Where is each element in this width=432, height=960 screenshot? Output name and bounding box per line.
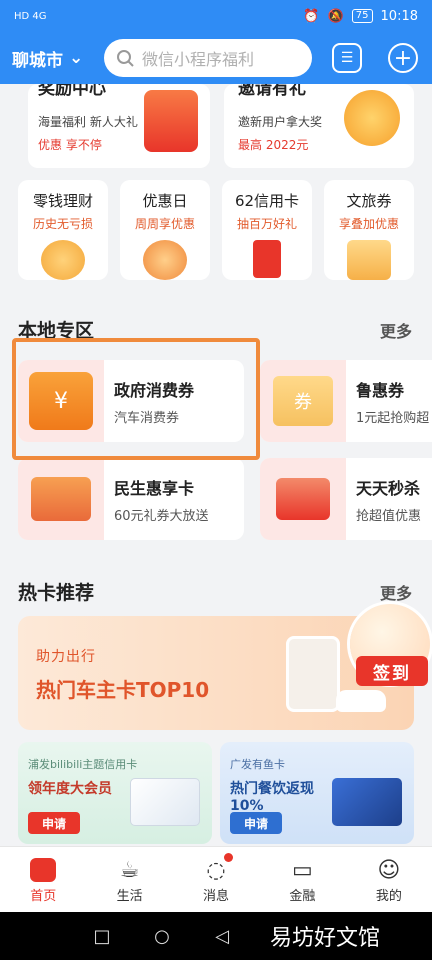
search-icon	[117, 50, 134, 67]
cup-icon: ☕	[119, 857, 140, 883]
mini-card-sub: 享叠加优惠	[338, 217, 399, 231]
battery-level: 75	[351, 9, 373, 23]
mini-card-travel[interactable]: 文旅券 享叠加优惠	[324, 180, 414, 280]
red-envelope-icon	[253, 240, 281, 278]
gift-box-icon	[347, 240, 391, 280]
apply-button[interactable]: 申请	[28, 812, 80, 834]
lu-voucher-card[interactable]: 券 鲁惠券 1元起抢购超	[260, 360, 432, 442]
lion-mascot-icon	[143, 240, 187, 280]
card-icon: ▭	[292, 857, 313, 883]
tab-label: 金融	[289, 889, 316, 904]
tab-finance[interactable]: ▭ 金融	[259, 847, 345, 912]
banner-subtitle: 助力出行	[36, 649, 96, 665]
thumb	[260, 458, 346, 540]
voucher-ticket-icon: 券	[273, 376, 333, 426]
highlight-box	[12, 338, 260, 460]
watermark: 易坊好文馆	[270, 926, 381, 951]
card-subtitle: 1元起抢购超	[356, 410, 430, 426]
home-icon	[28, 855, 58, 885]
add-icon[interactable]: +	[388, 43, 418, 73]
money-bag-icon	[41, 240, 85, 280]
status-bar: HD 4G ⏰ 🔕 75 10:18	[0, 0, 432, 32]
minsheng-card[interactable]: 民生惠享卡 60元礼券大放送	[18, 458, 244, 540]
unread-dot	[224, 853, 234, 862]
tab-label: 消息	[203, 889, 230, 904]
scan-icon[interactable]: ☰	[332, 43, 362, 73]
car-icon	[336, 690, 386, 712]
cgb-youyu-card[interactable]: 广发有鱼卡 热门餐饮返现 10% 申请	[220, 742, 414, 844]
city-selector[interactable]: 聊城市 ⌄	[12, 46, 104, 71]
mini-card-sub: 抽百万好礼	[236, 217, 297, 231]
local-more-link[interactable]: 更多	[380, 318, 412, 342]
mini-card-sub: 周周享优惠	[134, 217, 195, 231]
credit-card-image	[130, 778, 200, 826]
tab-messages[interactable]: ◌ 消息	[173, 847, 259, 912]
message-icon: ◌	[201, 853, 234, 885]
clock: 10:18	[380, 8, 418, 24]
card-title: 天天秒杀	[356, 478, 421, 498]
tab-label: 我的	[375, 889, 402, 904]
invite-card[interactable]: 邀请有礼 邀新用户拿大奖 最高 2022元	[224, 84, 414, 168]
spdb-bilibili-card[interactable]: 浦发bilibili主题信用卡 领年度大会员 申请	[18, 742, 212, 844]
tab-label: 生活	[116, 889, 143, 904]
mini-card-title: 文旅券	[346, 192, 392, 210]
home-button-icon[interactable]: ○	[132, 926, 192, 947]
mute-icon: 🔕	[327, 8, 344, 24]
mini-card-62-credit[interactable]: 62信用卡 抽百万好礼	[222, 180, 312, 280]
back-icon[interactable]: ◁	[192, 926, 252, 947]
alarm-icon: ⏰	[303, 8, 320, 24]
megaphone-icon	[344, 90, 400, 146]
gift-box-icon	[144, 90, 198, 152]
phone-icon	[286, 636, 340, 712]
tab-label: 首页	[30, 889, 57, 904]
bottom-tab-bar: 首页 ☕ 生活 ◌ 消息 ▭ 金融 ☺ 我的	[0, 846, 432, 912]
city-label: 聊城市	[12, 50, 63, 71]
hot-section-title: 热卡推荐	[18, 582, 95, 604]
mini-card-wealth[interactable]: 零钱理财 历史无亏损	[18, 180, 108, 280]
mini-card-title: 零钱理财	[32, 192, 93, 210]
mini-card-discount-day[interactable]: 优惠日 周周享优惠	[120, 180, 210, 280]
promo-tag: 浦发bilibili主题信用卡	[28, 758, 138, 771]
signal-indicators: HD 4G	[14, 10, 47, 22]
tab-life[interactable]: ☕ 生活	[86, 847, 172, 912]
hot-more-link[interactable]: 更多	[380, 580, 412, 604]
promo-tag: 广发有鱼卡	[230, 758, 285, 771]
flash-sale-card[interactable]: 天天秒杀 抢超值优惠	[260, 458, 432, 540]
thumb	[18, 458, 104, 540]
red-envelope-icon	[276, 478, 330, 520]
reward-center-card[interactable]: 奖励中心 海量福利 新人大礼 优惠 享不停	[28, 84, 210, 168]
promo-title: 热门餐饮返现 10%	[230, 781, 314, 814]
promo-title: 领年度大会员	[28, 781, 112, 797]
credit-card-image	[332, 778, 402, 826]
apply-label: 申请	[41, 816, 66, 831]
mini-card-title: 62信用卡	[234, 192, 300, 210]
card-title: 鲁惠券	[356, 380, 405, 400]
mini-card-title: 优惠日	[142, 192, 188, 210]
tab-home[interactable]: 首页	[0, 847, 86, 912]
apply-label: 申请	[243, 816, 268, 831]
search-placeholder: 微信小程序福利	[142, 50, 255, 69]
chevron-down-icon: ⌄	[69, 48, 84, 68]
wallet-card-icon	[31, 477, 91, 521]
app-header: 聊城市 ⌄ 微信小程序福利 ☰ +	[0, 32, 432, 84]
card-subtitle: 60元礼券大放送	[114, 508, 209, 524]
card-subtitle: 抢超值优惠	[356, 508, 422, 524]
user-icon: ☺	[377, 857, 401, 883]
apply-button[interactable]: 申请	[230, 812, 282, 834]
card-title: 民生惠享卡	[114, 478, 195, 498]
mini-card-sub: 历史无亏损	[32, 217, 93, 231]
tab-mine[interactable]: ☺ 我的	[346, 847, 432, 912]
thumb: 券	[260, 360, 346, 442]
recent-apps-icon[interactable]: □	[72, 926, 132, 947]
search-input[interactable]: 微信小程序福利	[104, 39, 312, 77]
banner-title: 热门车主卡TOP10	[36, 678, 210, 702]
signin-button[interactable]: 签到	[356, 656, 428, 686]
